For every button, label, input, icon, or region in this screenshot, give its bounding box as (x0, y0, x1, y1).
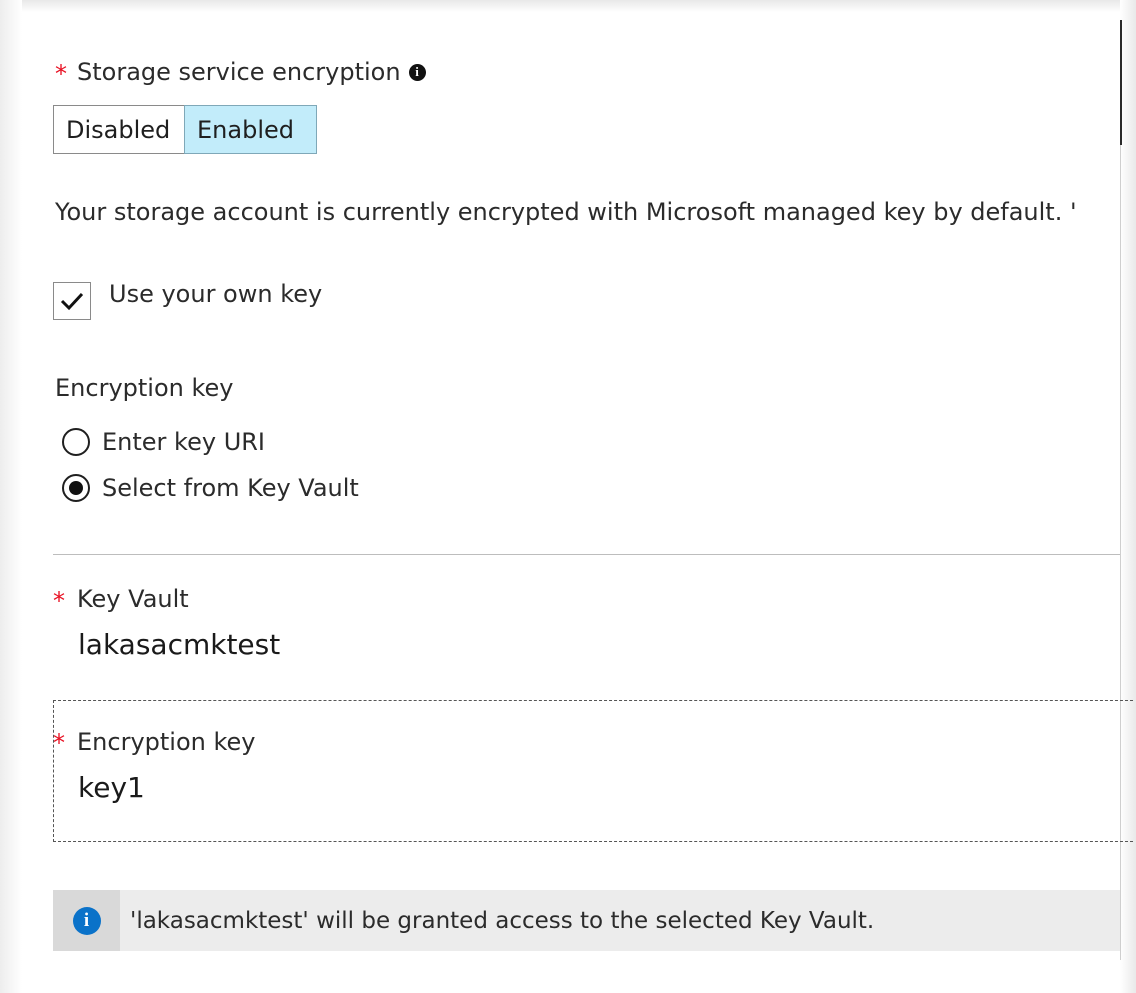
toggle-disabled-button[interactable]: Disabled (53, 105, 185, 154)
radio-enter-key-uri[interactable]: Enter key URI (62, 428, 265, 456)
storage-encryption-label-row: * Storage service encryption i (55, 58, 426, 86)
use-own-key-row[interactable]: Use your own key (53, 280, 323, 320)
required-asterisk: * (53, 587, 65, 615)
encryption-key-selector[interactable] (53, 700, 1133, 842)
encryption-key-label: Encryption key (77, 728, 256, 756)
window-edge-right (1120, 0, 1136, 993)
radio-dot (69, 481, 83, 495)
key-vault-label: Key Vault (77, 585, 189, 613)
key-vault-value[interactable]: lakasacmktest (78, 628, 280, 661)
window-edge-left (0, 0, 22, 993)
radio-button-unselected[interactable] (62, 428, 90, 456)
use-own-key-checkbox[interactable] (53, 282, 91, 320)
info-icon[interactable]: i (408, 63, 426, 81)
required-asterisk: * (55, 60, 67, 88)
radio-select-from-key-vault[interactable]: Select from Key Vault (62, 474, 359, 502)
storage-encryption-label: Storage service encryption (77, 58, 401, 86)
scrollbar-thumb[interactable] (1120, 20, 1122, 145)
radio-select-from-key-vault-label: Select from Key Vault (102, 474, 359, 502)
window-edge-top (0, 0, 1136, 12)
required-asterisk: * (53, 729, 65, 757)
encryption-description: Your storage account is currently encryp… (55, 198, 1077, 226)
encryption-key-value[interactable]: key1 (78, 771, 145, 804)
radio-enter-key-uri-label: Enter key URI (102, 428, 266, 456)
section-divider (53, 554, 1120, 555)
use-own-key-label: Use your own key (109, 280, 323, 308)
banner-icon-area: i (53, 890, 120, 951)
info-banner: i 'lakasacmktest' will be granted access… (53, 890, 1120, 951)
encryption-key-choice-title: Encryption key (55, 374, 234, 402)
radio-button-selected[interactable] (62, 474, 90, 502)
toggle-enabled-button[interactable]: Enabled (184, 105, 317, 154)
checkmark-icon (60, 292, 84, 311)
info-banner-text: 'lakasacmktest' will be granted access t… (130, 907, 875, 934)
encryption-key-label-row: * Encryption key (53, 728, 256, 756)
info-icon: i (72, 906, 101, 935)
encryption-toggle[interactable]: Disabled Enabled (53, 105, 317, 154)
key-vault-label-row: * Key Vault (53, 585, 189, 613)
